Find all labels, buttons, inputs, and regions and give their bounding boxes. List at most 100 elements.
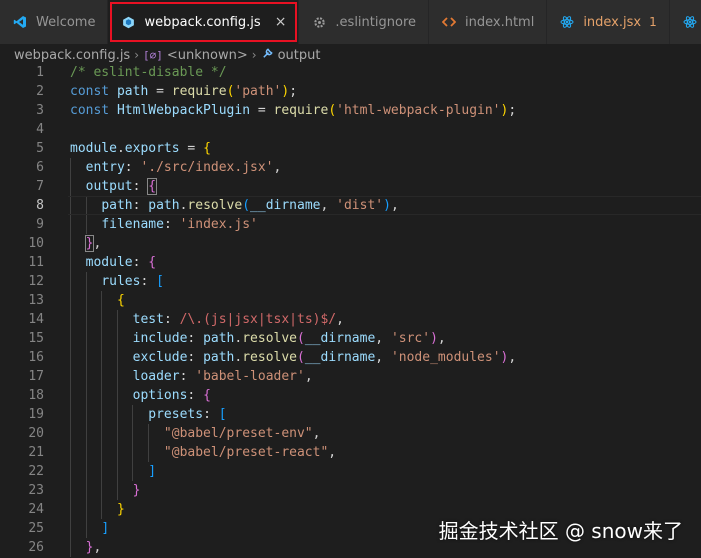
indent-guide bbox=[85, 215, 87, 234]
line-number: 2 bbox=[36, 84, 44, 99]
code-line[interactable]: 22 ] bbox=[0, 462, 701, 481]
code-token: resolve bbox=[242, 350, 298, 365]
indent-guide bbox=[70, 272, 71, 291]
line-number: 22 bbox=[28, 464, 44, 479]
code-text: { bbox=[70, 291, 125, 310]
code-token: ) bbox=[383, 198, 391, 213]
line-number: 21 bbox=[28, 445, 44, 460]
code-token: , bbox=[336, 312, 344, 327]
code-token: './src/index.jsx' bbox=[140, 160, 274, 175]
code-line[interactable]: 1 /* eslint-disable */ bbox=[0, 63, 701, 82]
code-token: test bbox=[132, 312, 164, 327]
close-icon[interactable]: × bbox=[275, 14, 287, 30]
code-text: path: path.resolve(__dirname, 'dist'), bbox=[70, 196, 398, 215]
indent-guide bbox=[101, 405, 103, 424]
breadcrumb-symbol[interactable]: output bbox=[278, 48, 321, 63]
indent-guide bbox=[116, 367, 118, 386]
indent-guide bbox=[116, 386, 118, 405]
indent-guide bbox=[70, 177, 71, 196]
tab-webpack-config[interactable]: webpack.config.js × bbox=[108, 0, 300, 44]
code-text: ] bbox=[70, 462, 156, 481]
code-text: loader: 'babel-loader', bbox=[70, 367, 313, 386]
indent-guide bbox=[85, 481, 87, 500]
code-line[interactable]: 9 filename: 'index.js' bbox=[0, 215, 701, 234]
code-token: , bbox=[328, 445, 337, 460]
code-token: , bbox=[93, 540, 102, 555]
code-token: path bbox=[203, 350, 235, 365]
code-token: : bbox=[132, 179, 149, 194]
line-number: 1 bbox=[36, 65, 44, 80]
code-token: : bbox=[187, 350, 204, 365]
code-line[interactable]: 2 const path = require('path'); bbox=[0, 82, 701, 101]
breadcrumb-file[interactable]: webpack.config.js bbox=[14, 48, 130, 63]
code-token: __dirname bbox=[304, 350, 376, 365]
code-line[interactable]: 17 loader: 'babel-loader', bbox=[0, 367, 701, 386]
code-line[interactable]: 19 presets: [ bbox=[0, 405, 701, 424]
code-token: rules bbox=[101, 274, 141, 289]
code-line[interactable]: 13 { bbox=[0, 291, 701, 310]
code-token: exports bbox=[124, 141, 180, 156]
indent-guide bbox=[132, 405, 134, 424]
tab-label: Welcome bbox=[36, 14, 96, 30]
code-token: ; bbox=[289, 84, 298, 99]
tab-app[interactable]: Ap bbox=[669, 0, 701, 44]
indent-guide bbox=[70, 234, 71, 253]
code-token: include bbox=[132, 331, 188, 346]
indent-guide bbox=[116, 329, 118, 348]
line-number: 16 bbox=[28, 350, 44, 365]
code-line[interactable]: 14 test: /\.(js|jsx|tsx|ts)$/, bbox=[0, 310, 701, 329]
code-token: : bbox=[179, 369, 196, 384]
code-line[interactable]: 16 exclude: path.resolve(__dirname, 'nod… bbox=[0, 348, 701, 367]
code-token: 'babel-loader' bbox=[195, 369, 305, 384]
line-number: 7 bbox=[36, 179, 44, 194]
code-token: 'dist' bbox=[336, 198, 384, 213]
code-token: ( bbox=[297, 331, 305, 346]
code-line[interactable]: 12 rules: [ bbox=[0, 272, 701, 291]
indent-guide bbox=[132, 462, 134, 481]
code-text: entry: './src/index.jsx', bbox=[70, 158, 282, 177]
code-token: path bbox=[203, 331, 235, 346]
code-token: { bbox=[147, 178, 158, 195]
breadcrumb-scope[interactable]: <unknown> bbox=[167, 48, 248, 63]
code-line[interactable]: 6 entry: './src/index.jsx', bbox=[0, 158, 701, 177]
code-line[interactable]: 15 include: path.resolve(__dirname, 'src… bbox=[0, 329, 701, 348]
code-line[interactable]: 11 module: { bbox=[0, 253, 701, 272]
indent-guide bbox=[70, 291, 71, 310]
react-icon bbox=[682, 14, 698, 30]
code-token: "@babel/preset-env" bbox=[163, 426, 313, 441]
code-text: }, bbox=[70, 234, 101, 253]
indent-guide bbox=[101, 310, 103, 329]
code-line[interactable]: 5 module.exports = { bbox=[0, 139, 701, 158]
code-editor[interactable]: 1 /* eslint-disable */ 2 const path = requi… bbox=[0, 63, 701, 558]
code-token: , bbox=[375, 350, 391, 365]
code-line[interactable]: 18 options: { bbox=[0, 386, 701, 405]
code-line[interactable]: 23 } bbox=[0, 481, 701, 500]
indent-guide bbox=[148, 443, 149, 462]
code-line[interactable]: 10 }, bbox=[0, 234, 701, 253]
code-token: 'path' bbox=[234, 84, 282, 99]
code-line[interactable]: 3 const HtmlWebpackPlugin = require('html… bbox=[0, 101, 701, 120]
code-text: } bbox=[70, 500, 125, 519]
code-token: , bbox=[320, 198, 337, 213]
tab-eslintignore[interactable]: .eslintignore bbox=[299, 0, 429, 44]
code-line[interactable]: 8 path: path.resolve(__dirname, 'dist'), bbox=[0, 196, 701, 215]
code-token: , bbox=[437, 331, 446, 346]
indent-guide bbox=[85, 424, 87, 443]
code-token: filename bbox=[101, 217, 164, 232]
code-token: : bbox=[124, 160, 141, 175]
indent-guide bbox=[85, 348, 87, 367]
code-line[interactable]: 20 "@babel/preset-env", bbox=[0, 424, 701, 443]
code-token: ) bbox=[430, 331, 438, 346]
code-token: , bbox=[508, 350, 517, 365]
tab-index-jsx[interactable]: index.jsx 1 bbox=[547, 0, 670, 44]
tab-index-html[interactable]: index.html bbox=[429, 0, 548, 44]
tab-welcome[interactable]: Welcome bbox=[0, 0, 109, 44]
code-line[interactable]: 21 "@babel/preset-react", bbox=[0, 443, 701, 462]
code-line[interactable]: 7 output: { bbox=[0, 177, 701, 196]
code-line[interactable]: 4 bbox=[0, 120, 701, 139]
line-number: 13 bbox=[28, 293, 44, 308]
